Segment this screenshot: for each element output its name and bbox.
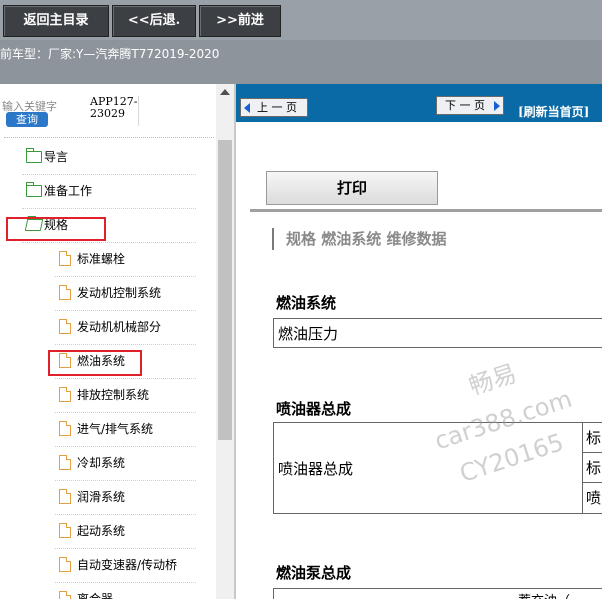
tree-item-label: 润滑系统 — [77, 490, 126, 504]
main-content: 打印 规格 燃油系统 维修数据 燃油系统 燃油压力 喷油器总成 喷油器总成 标 … — [236, 122, 602, 599]
sidebar-scrollbar[interactable] — [216, 84, 234, 599]
document-icon — [59, 387, 71, 402]
tree-item-intake-exhaust[interactable]: 进气/排气系统 — [0, 412, 210, 446]
next-page-label: 下 一 页 — [445, 99, 485, 112]
tree-item-label: 离合器 — [77, 592, 114, 599]
content-nav-bar: 上 一 页 下 一 页 [刷新当首页] — [236, 84, 602, 122]
document-icon — [59, 591, 71, 599]
prev-page-button[interactable]: 上 一 页 — [240, 98, 308, 117]
tree-item-engine-control[interactable]: 发动机控制系统 — [0, 276, 210, 310]
tree-item-preparation[interactable]: 准备工作 — [0, 174, 210, 208]
tree-item-emission-control[interactable]: 排放控制系统 — [0, 378, 210, 412]
breadcrumb: 规格 燃油系统 维修数据 — [286, 230, 447, 248]
section-title-fuel-system: 燃油系统 — [276, 294, 337, 312]
top-toolbar: 返回主目录 <<后退. >>前进 — [0, 0, 602, 40]
spec-table-divider — [582, 422, 583, 514]
watermark-text: 畅易 — [465, 359, 520, 401]
tree-item-automatic-transmission[interactable]: 自动变速器/传动桥 — [0, 548, 216, 582]
tree-item-engine-mechanical[interactable]: 发动机机械部分 — [0, 310, 210, 344]
vehicle-model-text: 前车型：厂家:Y—汽奔腾T772019-2020 — [0, 47, 220, 61]
spec-table-row-sep — [582, 482, 602, 483]
scroll-up-arrow-icon[interactable] — [220, 89, 230, 95]
spec-subcell: 标 — [586, 459, 602, 477]
spec-row-label: 燃油压力 — [278, 325, 339, 343]
section-title-injector-assembly: 喷油器总成 — [276, 400, 352, 418]
tree-item-label: 发动机机械部分 — [77, 320, 162, 334]
right-arrow-icon — [494, 101, 500, 111]
highlight-fuel-system — [48, 350, 142, 376]
home-button[interactable]: 返回主目录 — [3, 5, 109, 37]
spec-subcell: 蓄充油（... — [518, 590, 582, 599]
tree-item-label: 导言 — [44, 150, 69, 164]
scrollbar-thumb[interactable] — [218, 140, 232, 440]
document-icon — [59, 285, 71, 300]
tree-item-cooling[interactable]: 冷却系统 — [0, 446, 210, 480]
document-icon — [59, 251, 71, 266]
prev-page-label: 上 一 页 — [257, 101, 297, 114]
tree-item-clutch[interactable]: 离合器 — [0, 582, 210, 599]
forward-button[interactable]: >>前进 — [199, 5, 281, 37]
tree-item-intro[interactable]: 导言 — [0, 140, 210, 174]
highlight-specifications — [6, 217, 106, 241]
tree-item-label: 冷却系统 — [77, 456, 126, 470]
tree-item-lubrication[interactable]: 润滑系统 — [0, 480, 210, 514]
spec-row-label: 喷油器总成 — [278, 460, 354, 478]
divider — [4, 137, 214, 138]
search-button[interactable]: 查询 — [6, 112, 48, 127]
refresh-home-link[interactable]: [刷新当首页] — [518, 103, 589, 120]
tree-item-label: 准备工作 — [44, 184, 93, 198]
back-button[interactable]: <<后退. — [112, 5, 196, 37]
document-icon — [59, 319, 71, 334]
next-page-button[interactable]: 下 一 页 — [436, 96, 504, 115]
sidebar: 输入关键字 查询 APP127- 23029 导言 准备工作 规格 标准螺栓 发… — [0, 84, 236, 599]
tree-item-label: 起动系统 — [77, 524, 126, 538]
document-icon — [59, 523, 71, 538]
folder-icon — [26, 148, 42, 163]
left-arrow-icon — [244, 103, 250, 113]
document-icon — [59, 557, 71, 572]
document-icon — [59, 421, 71, 436]
tree-item-label: 发动机控制系统 — [77, 286, 162, 300]
folder-icon — [26, 182, 42, 197]
spec-table-row-sep — [582, 452, 602, 453]
document-icon — [59, 455, 71, 470]
document-icon — [59, 489, 71, 504]
spec-subcell: 标 — [586, 429, 602, 447]
app-code-label: APP127- 23029 — [90, 96, 139, 126]
divider — [250, 209, 602, 212]
vehicle-info-bar: 前车型：厂家:Y—汽奔腾T772019-2020 — [0, 40, 602, 84]
tree-item-standard-bolt[interactable]: 标准螺栓 — [0, 242, 210, 276]
tree-item-starting[interactable]: 起动系统 — [0, 514, 210, 548]
breadcrumb-marker — [272, 228, 274, 250]
spec-subcell: 喷 — [586, 489, 602, 507]
section-title-fuel-pump-assembly: 燃油泵总成 — [276, 564, 352, 582]
print-button[interactable]: 打印 — [266, 171, 438, 205]
tree-item-label: 进气/排气系统 — [77, 422, 154, 436]
tree-item-label: 标准螺栓 — [77, 252, 126, 266]
tree-item-label: 排放控制系统 — [77, 388, 150, 402]
app-code-line2: 23029 — [90, 107, 125, 120]
tree-item-label: 自动变速器/传动桥 — [77, 558, 178, 572]
